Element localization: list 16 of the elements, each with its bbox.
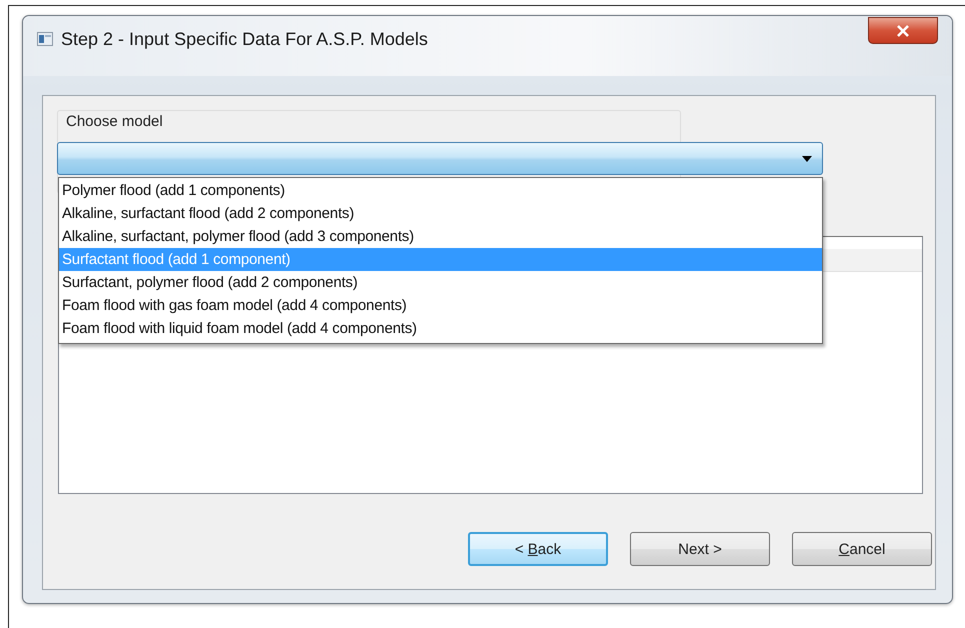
dropdown-option[interactable]: Alkaline, surfactant flood (add 2 components) xyxy=(59,202,822,225)
caret-icon xyxy=(802,156,812,162)
dropdown-option[interactable]: Surfactant, polymer flood (add 2 components) xyxy=(59,271,822,294)
group-label: Choose model xyxy=(66,113,163,130)
dialog-button[interactable]: Next > xyxy=(630,532,770,566)
dropdown-option[interactable]: Alkaline, surfactant, polymer flood (add 3 components) xyxy=(59,225,822,248)
window-title: Step 2 - Input Specific Data For A.S.P. Models xyxy=(61,28,428,50)
dropdown-option[interactable]: Foam flood with gas foam model (add 4 components) xyxy=(59,294,822,317)
dialog-button[interactable]: < Back xyxy=(468,532,608,566)
close-button[interactable] xyxy=(868,17,938,44)
model-dropdown[interactable] xyxy=(57,142,823,175)
close-icon xyxy=(896,24,910,36)
dropdown-option[interactable]: Foam flood with liquid foam model (add 4 components) xyxy=(59,317,822,340)
window-icon xyxy=(37,32,53,46)
dropdown-option[interactable]: Polymer flood (add 1 components) xyxy=(59,179,822,202)
dialog-button[interactable]: Cancel xyxy=(792,532,932,566)
